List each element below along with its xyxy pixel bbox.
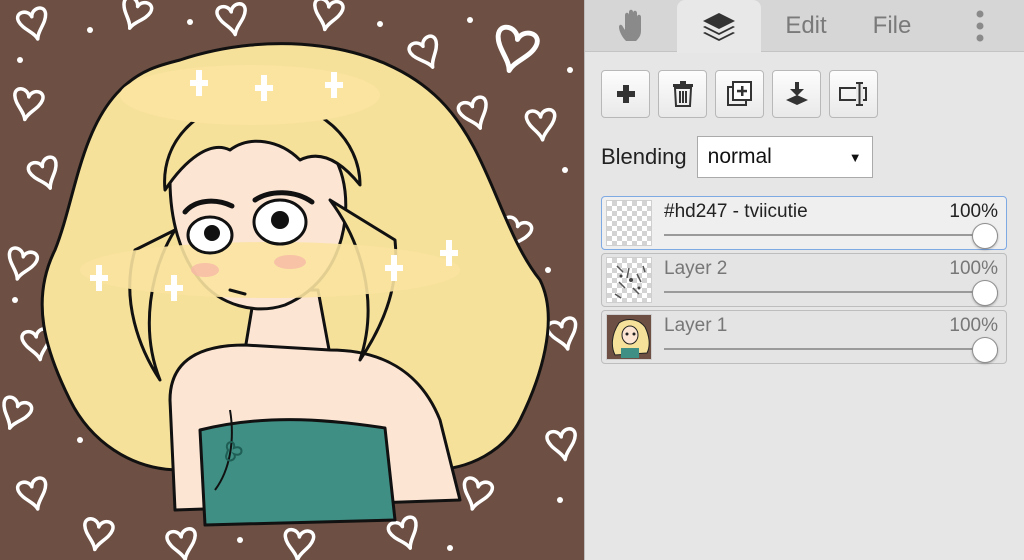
hand-icon <box>619 9 641 41</box>
blending-value: normal <box>707 145 772 168</box>
layer-thumbnail <box>606 314 652 360</box>
layer-name: Layer 1 <box>664 315 728 336</box>
artwork <box>0 0 584 560</box>
panel-tab-bar: Edit File <box>585 0 1024 53</box>
tab-hand[interactable] <box>597 0 667 52</box>
rename-layer-button[interactable] <box>829 70 878 118</box>
layer-opacity: 100% <box>949 315 998 336</box>
opacity-slider-handle[interactable] <box>972 280 998 306</box>
rename-layer-icon <box>838 82 867 106</box>
opacity-slider-handle[interactable] <box>972 337 998 363</box>
duplicate-layer-button[interactable] <box>715 70 764 118</box>
tab-more[interactable] <box>955 0 1005 52</box>
delete-layer-icon <box>672 81 693 107</box>
layer-name: #hd247 - tviicutie <box>664 201 808 222</box>
add-layer-icon <box>616 85 635 103</box>
drawing-canvas[interactable] <box>0 0 584 560</box>
add-layer-button[interactable] <box>601 70 650 118</box>
dropdown-arrow-icon: ▼ <box>848 149 862 165</box>
layer-toolbar <box>601 70 878 118</box>
layer-1-thumbnail-art <box>607 315 651 359</box>
merge-down-icon <box>785 82 808 105</box>
layer-opacity: 100% <box>949 201 998 222</box>
layer-thumbnail <box>606 257 652 303</box>
more-vertical-icon <box>976 10 984 42</box>
opacity-slider-track[interactable] <box>664 348 998 350</box>
layer-name: Layer 2 <box>664 258 728 279</box>
opacity-slider-handle[interactable] <box>972 223 998 249</box>
tab-layers[interactable] <box>677 0 761 53</box>
opacity-slider-track[interactable] <box>664 234 998 236</box>
layer-thumbnail <box>606 200 652 246</box>
layer-item[interactable]: #hd247 - tviicutie 100% <box>601 196 1007 250</box>
layer-list: #hd247 - tviicutie 100% Layer 2 100% Lay… <box>601 196 1007 367</box>
layer-item[interactable]: Layer 2 100% <box>601 253 1007 307</box>
blending-label: Blending <box>601 144 687 169</box>
layers-panel: Edit File Blending normal ▼ #hd247 - tvi… <box>584 0 1024 560</box>
opacity-slider-track[interactable] <box>664 291 998 293</box>
blending-select[interactable]: normal ▼ <box>696 136 873 178</box>
layer-opacity: 100% <box>949 258 998 279</box>
duplicate-layer-icon <box>726 81 752 106</box>
tab-file[interactable]: File <box>857 0 927 52</box>
blending-row: Blending normal ▼ <box>601 136 873 178</box>
layer-item[interactable]: Layer 1 100% <box>601 310 1007 364</box>
tab-edit[interactable]: Edit <box>771 0 841 52</box>
merge-down-button[interactable] <box>772 70 821 118</box>
layers-icon <box>703 12 735 41</box>
layer-2-thumbnail-art <box>614 265 646 299</box>
delete-layer-button[interactable] <box>658 70 707 118</box>
